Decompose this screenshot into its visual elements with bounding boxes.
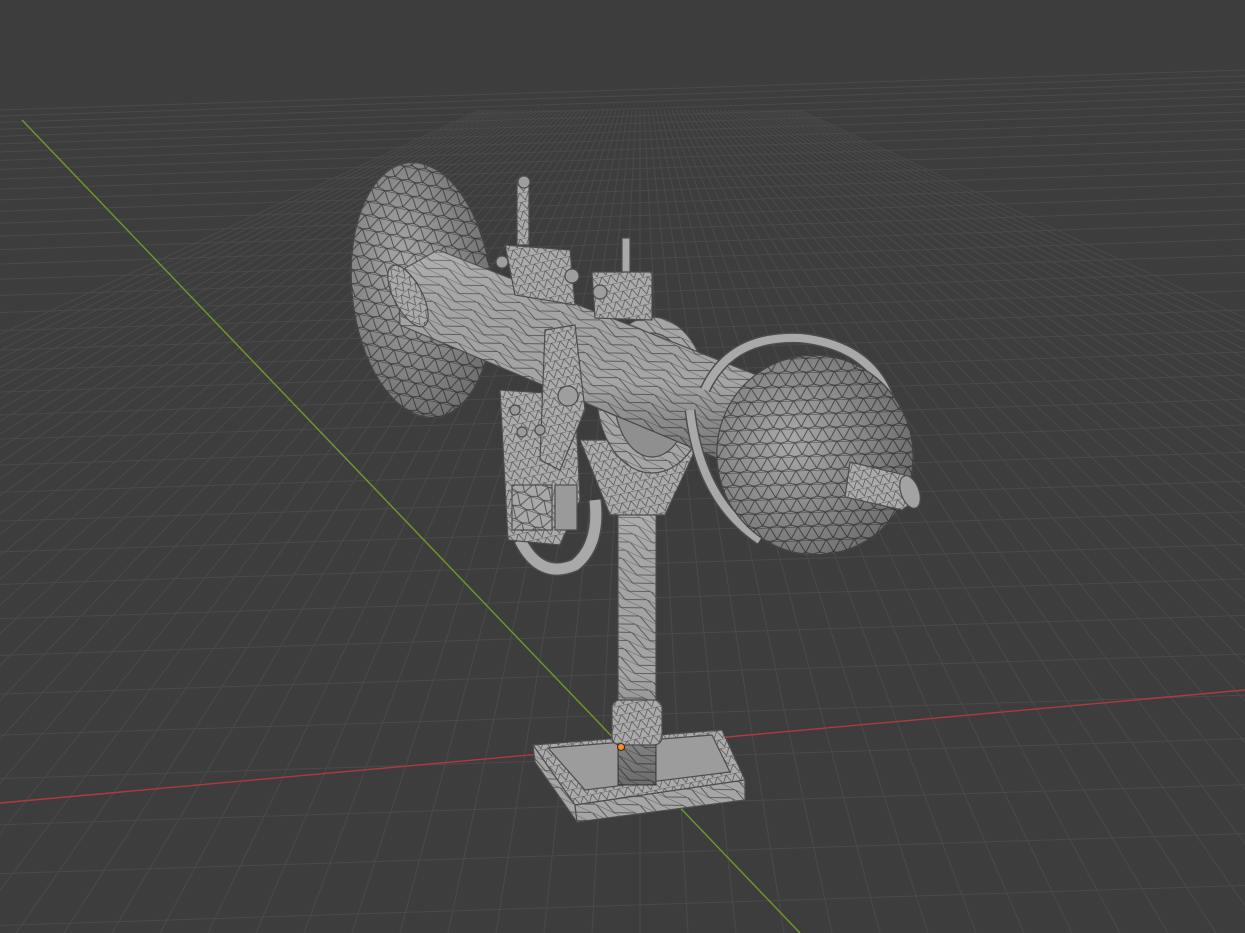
viewport-canvas[interactable]	[0, 0, 1245, 933]
3d-viewport[interactable]	[0, 0, 1245, 933]
object-origin-point	[617, 743, 625, 751]
